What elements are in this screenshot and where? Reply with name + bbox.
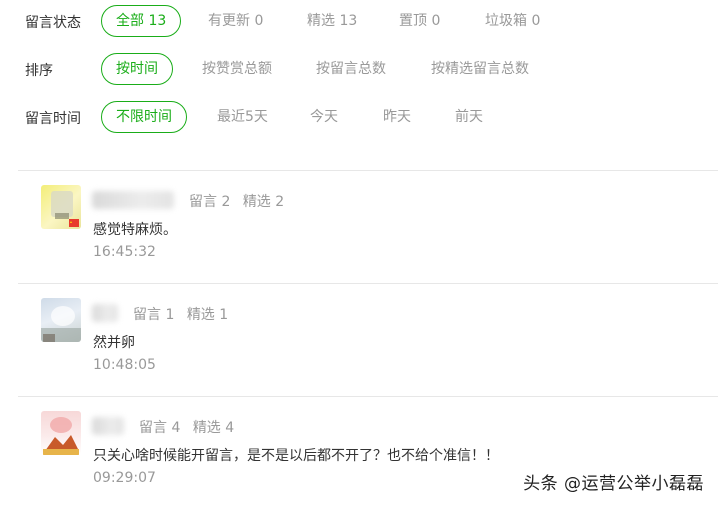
avatar[interactable] — [41, 298, 81, 342]
time-option-any[interactable]: 不限时间 — [101, 101, 187, 133]
filter-label-status: 留言状态 — [25, 15, 81, 31]
user-name-blurred — [92, 191, 174, 209]
comment-meta: 留言 1 精选 1 — [133, 304, 236, 324]
featured-count: 精选 1 — [186, 307, 229, 323]
comment-meta: 留言 4 精选 4 — [139, 417, 242, 437]
comment-item: 留言 2 精选 2 感觉特麻烦。 16:45:32 — [0, 171, 718, 283]
time-option-today[interactable]: 今天 — [310, 102, 338, 132]
sort-option-time[interactable]: 按时间 — [101, 53, 173, 85]
avatar[interactable] — [41, 411, 81, 455]
featured-count: 精选 4 — [192, 420, 235, 436]
comment-time: 16:45:32 — [93, 244, 156, 260]
comment-content: 然并卵 — [93, 335, 135, 351]
time-option-last5days[interactable]: 最近5天 — [217, 102, 268, 132]
filter-option-trash[interactable]: 垃圾箱 0 — [485, 6, 540, 36]
comment-count: 留言 1 — [133, 307, 175, 323]
comment-item: 留言 1 精选 1 然并卵 10:48:05 — [0, 284, 718, 396]
sort-option-reward[interactable]: 按赞赏总额 — [202, 54, 272, 84]
avatar-image — [41, 306, 81, 342]
avatar-image — [51, 191, 79, 227]
filter-option-featured[interactable]: 精选 13 — [307, 6, 357, 36]
comment-time: 10:48:05 — [93, 357, 156, 373]
user-name-blurred — [92, 417, 124, 435]
avatar[interactable] — [41, 185, 81, 229]
avatar-image — [43, 417, 79, 455]
filter-row-time: 留言时间 不限时间 最近5天 今天 昨天 前天 — [0, 100, 718, 134]
filter-row-status: 留言状态 全部 13 有更新 0 精选 13 置顶 0 垃圾箱 0 — [0, 4, 718, 38]
watermark: 头条 @运营公举小磊磊 — [523, 474, 704, 494]
comment-content: 只关心啥时候能开留言，是不是以后都不开了？也不给个准信！！ — [93, 448, 499, 464]
filter-option-pinned[interactable]: 置顶 0 — [399, 6, 440, 36]
time-option-day-before[interactable]: 前天 — [455, 102, 483, 132]
comment-content: 感觉特麻烦。 — [93, 222, 177, 238]
comment-time: 09:29:07 — [93, 470, 156, 486]
comment-meta: 留言 2 精选 2 — [189, 191, 292, 211]
comment-count: 留言 2 — [189, 194, 231, 210]
time-option-yesterday[interactable]: 昨天 — [383, 102, 411, 132]
filter-option-updated[interactable]: 有更新 0 — [208, 6, 263, 36]
comment-count: 留言 4 — [139, 420, 181, 436]
sort-option-comments[interactable]: 按留言总数 — [316, 54, 386, 84]
user-name-blurred — [92, 304, 118, 322]
filter-label-sort: 排序 — [25, 63, 53, 79]
sort-option-featured-comments[interactable]: 按精选留言总数 — [431, 54, 529, 84]
filter-option-all[interactable]: 全部 13 — [101, 5, 182, 37]
featured-count: 精选 2 — [242, 194, 285, 210]
filter-row-sort: 排序 按时间 按赞赏总额 按留言总数 按精选留言总数 — [0, 52, 718, 86]
filter-label-time: 留言时间 — [25, 111, 81, 127]
